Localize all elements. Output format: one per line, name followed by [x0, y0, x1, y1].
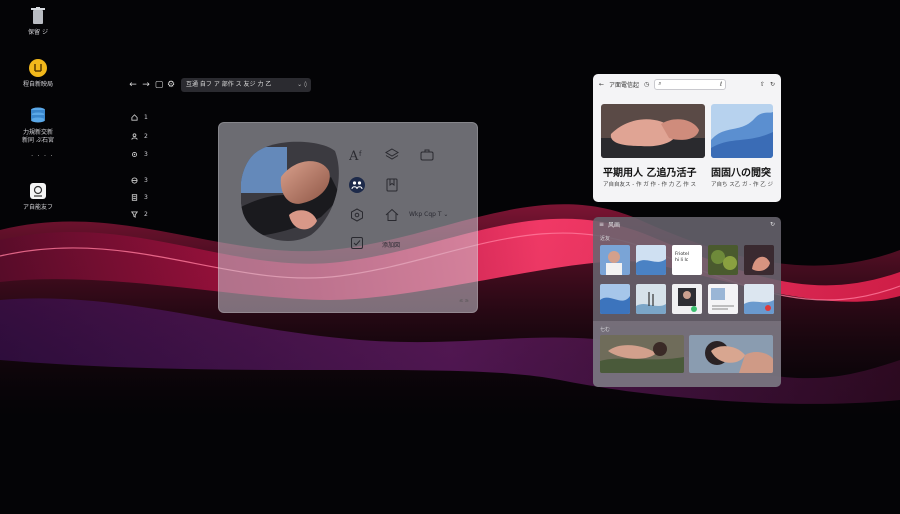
gallery-section-featured: 七む	[593, 321, 781, 387]
sidebar-item-label: 3	[144, 193, 148, 201]
desktop-icon-label: 程自新映局	[22, 81, 53, 88]
sidebar-item-settings[interactable]: 3	[131, 149, 148, 159]
news-subtitle-right: ア自ち ス乙 ガ - 作 乙 ジ	[711, 182, 773, 188]
hands-photo	[241, 141, 339, 241]
gallery-tile[interactable]	[636, 284, 666, 314]
gallery-panel: ≡ 风画 ↻ 近友 Friotel hi li Ic 七む	[593, 217, 781, 387]
sidebar-item-globe[interactable]: 3	[131, 175, 148, 185]
house-icon[interactable]	[384, 207, 400, 223]
news-panel-title: ア面電信起	[609, 81, 640, 89]
feature-card: Af Wkp Cqp T ⌄ 添加図 ≤ ≥	[218, 122, 478, 313]
gallery-toolbar: ≡ 风画 ↻	[593, 217, 781, 231]
gallery-tile[interactable]	[708, 284, 738, 314]
sidebar-item-home[interactable]: 1	[131, 112, 148, 122]
clock-icon[interactable]: ◷	[644, 81, 649, 88]
share-icon[interactable]: ⇧	[760, 81, 765, 88]
desktop-icon-label: 力規新交新 新同 ぶ石宮	[22, 129, 54, 144]
gallery-tile-profile[interactable]	[672, 284, 702, 314]
desktop-icon-trash[interactable]: 保留 ジ	[8, 6, 68, 37]
home-icon	[131, 113, 138, 121]
gallery-tile[interactable]	[744, 284, 774, 314]
svg-text:f: f	[359, 150, 362, 158]
sidebar-item-label: 3	[144, 150, 148, 158]
address-bar[interactable]: 互通 自フ ア 部作 ス 友ジ 力 乙 ⌄ ◊	[181, 78, 311, 92]
featured-photo-right[interactable]	[689, 335, 773, 373]
desktop-dots: · · · ·	[31, 152, 54, 160]
news-headline-left[interactable]: 平期用人 乙追乃活子	[603, 164, 696, 179]
sidebar-item-document[interactable]: 3	[131, 192, 148, 202]
desktop-icon-database[interactable]: 力規新交新 新同 ぶ石宮	[8, 106, 68, 145]
checklist-icon[interactable]	[349, 235, 365, 251]
menu-icon[interactable]: ≡	[599, 221, 604, 228]
sidebar-item-filter[interactable]: 2	[131, 209, 148, 219]
gallery-title: 风画	[608, 221, 621, 229]
settings-icon	[131, 151, 138, 157]
search-suffix: ℓ	[719, 80, 723, 88]
refresh-icon[interactable]: ↻	[770, 81, 775, 88]
news-thumbnail-hands[interactable]	[601, 104, 705, 158]
gallery-tile[interactable]	[744, 245, 774, 275]
sidebar-item-person[interactable]: 2	[131, 131, 148, 141]
gallery-tile[interactable]	[708, 245, 738, 275]
news-headline-right[interactable]: 固固八の閲突	[711, 164, 771, 179]
sidebar-item-label: 1	[144, 113, 148, 121]
sidebar-item-label: 2	[144, 210, 148, 218]
desktop-icon-shield[interactable]: ア自能友フ	[8, 181, 68, 212]
news-subtitle-left: ア自自友ス - 作 ガ 作 - 作 力 乙 作 ス	[603, 182, 696, 188]
desktop-icon-label: 保留 ジ	[28, 29, 48, 36]
trash-bin-icon	[28, 6, 48, 26]
gallery-tile[interactable]	[600, 284, 630, 314]
search-icon: ⌕	[658, 80, 662, 87]
briefcase-icon[interactable]	[419, 147, 435, 163]
search-input[interactable]: ⌕ ℓ	[654, 78, 727, 90]
gallery-tile-caption[interactable]: Friotel hi li Ic	[672, 245, 702, 275]
settings-gear-icon[interactable]: ⚙	[166, 79, 176, 91]
filter-icon	[131, 210, 138, 218]
address-bar-actions[interactable]: ⌄ ◊	[297, 78, 307, 92]
gallery-section-label: 七む	[600, 327, 611, 333]
workspace-dropdown[interactable]: Wkp Cqp T ⌄	[409, 211, 448, 218]
network-icon[interactable]	[349, 207, 365, 223]
sidebar-item-label: 3	[144, 176, 148, 184]
database-stack-icon	[28, 106, 48, 126]
svg-text:A: A	[349, 149, 359, 162]
document-icon	[131, 193, 138, 201]
news-panel-toolbar: ← ア面電信起 ◷ ⌕ ℓ ⇧ ↻	[593, 74, 781, 94]
forward-arrow-icon[interactable]: →	[141, 79, 151, 91]
tile-caption-text: Friotel hi li Ic	[675, 252, 689, 263]
address-bar-text: 互通 自フ ア 部作 ス 友ジ 力 乙	[186, 81, 272, 88]
news-panel: ← ア面電信起 ◷ ⌕ ℓ ⇧ ↻ 平期用人 乙追乃活子 固固八の閲突 ア自自友…	[593, 74, 781, 202]
desktop-icon-app-yellow[interactable]: 程自新映局	[8, 58, 68, 89]
refresh-icon[interactable]: ↻	[770, 221, 775, 228]
text-style-icon[interactable]: Af	[349, 147, 365, 163]
gallery-tile[interactable]	[636, 245, 666, 275]
gallery-tile[interactable]	[600, 245, 630, 275]
back-arrow-icon[interactable]: ←	[599, 81, 604, 88]
desktop-icon-label: ア自能友フ	[22, 204, 53, 211]
shield-app-icon	[28, 181, 48, 201]
gallery-section-label: 近友	[600, 236, 611, 242]
bookmark-icon[interactable]	[384, 177, 400, 193]
person-icon	[131, 132, 138, 140]
featured-photo-left[interactable]	[600, 335, 684, 373]
yellow-app-icon	[28, 58, 48, 78]
layers-icon[interactable]	[384, 147, 400, 163]
tab-square-icon[interactable]: ▢	[154, 79, 164, 91]
pager-indicator[interactable]: ≤ ≥	[459, 298, 469, 304]
add-item-label: 添加図	[382, 242, 401, 249]
people-icon[interactable]	[349, 177, 365, 193]
news-thumbnail-abstract[interactable]	[711, 104, 773, 158]
globe-icon	[131, 176, 138, 184]
back-arrow-icon[interactable]: ←	[128, 79, 138, 91]
sidebar-item-label: 2	[144, 132, 148, 140]
